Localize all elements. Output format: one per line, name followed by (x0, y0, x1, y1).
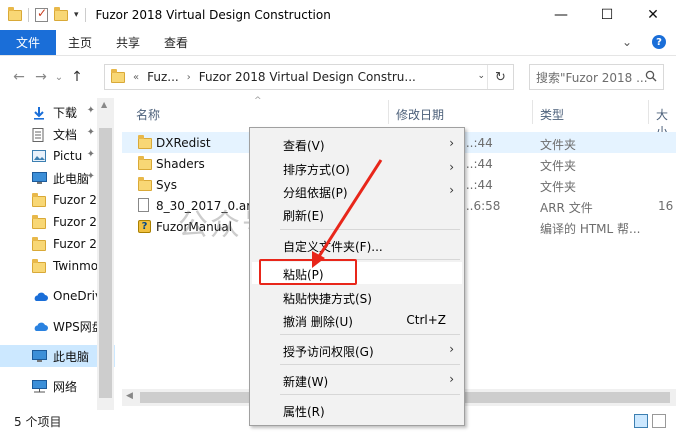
annotation-arrow-icon (312, 159, 383, 268)
